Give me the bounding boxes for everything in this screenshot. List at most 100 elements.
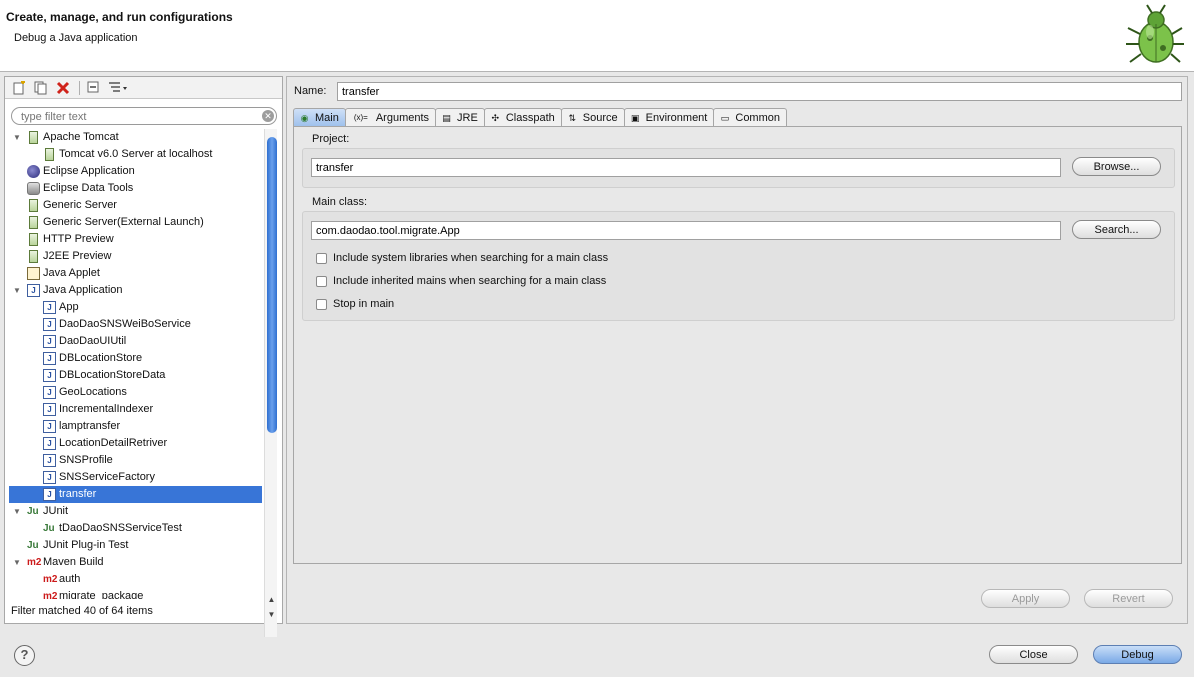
tree-item-label: lamptransfer [59, 420, 121, 432]
filter-input[interactable] [11, 107, 277, 125]
tree-item[interactable]: J App [9, 299, 262, 316]
dialog-header: Create, manage, and run configurations D… [0, 0, 1194, 72]
revert-button[interactable]: Revert [1084, 589, 1173, 608]
tree-item[interactable]: Jlamptransfer [9, 418, 262, 435]
delete-icon [56, 81, 70, 94]
tree-item[interactable]: Tomcat v6.0 Server at localhost [9, 146, 262, 163]
expand-triangle-icon[interactable]: ▼ [13, 282, 23, 299]
clear-filter-icon[interactable]: ✕ [262, 110, 274, 122]
tree-item-label: Java Applet [43, 267, 100, 279]
tree-item[interactable]: Eclipse Application [9, 163, 262, 180]
scroll-down-arrow-icon[interactable]: ▼ [266, 610, 277, 622]
new-configuration-button[interactable] [9, 79, 29, 97]
main-class-input[interactable] [311, 221, 1061, 240]
main-class-group: Search... Include system libraries when … [302, 211, 1175, 321]
help-icon[interactable]: ? [14, 645, 35, 666]
scrollbar-thumb[interactable] [267, 137, 277, 433]
tree-item-label: SNSProfile [59, 454, 113, 466]
java-app-icon: J [43, 420, 56, 433]
tab-common[interactable]: ▭ Common [713, 108, 787, 126]
tree-item-label: Java Application [43, 284, 123, 296]
jre-icon: ▤ [442, 112, 451, 123]
tree-item-label: J2EE Preview [43, 250, 112, 262]
tree-item[interactable]: ▼ Apache Tomcat [9, 129, 262, 146]
tree-item[interactable]: Generic Server [9, 197, 262, 214]
checkbox-label: Include inherited mains when searching f… [333, 275, 607, 287]
debug-bug-icon [1126, 4, 1184, 63]
tree-item[interactable]: J IncrementalIndexer [9, 401, 262, 418]
collapse-all-button[interactable] [84, 79, 104, 97]
apply-button[interactable]: Apply [981, 589, 1070, 608]
tree-item[interactable]: Ju tDaoDaoSNSServiceTest [9, 520, 262, 537]
tree-item[interactable]: ▼ J Java Application [9, 282, 262, 299]
tree-item-label: SNSServiceFactory [59, 471, 155, 483]
tree-item[interactable]: J2EE Preview [9, 248, 262, 265]
tab-label: Classpath [505, 111, 555, 124]
browse-button[interactable]: Browse... [1072, 157, 1161, 176]
tree-item-label: Eclipse Application [43, 165, 135, 177]
project-input[interactable] [311, 158, 1061, 177]
tree-item-label: LocationDetailRetriver [59, 437, 168, 449]
tree-item[interactable]: J LocationDetailRetriver [9, 435, 262, 452]
tree-scrollbar[interactable]: ▲ ▼ [264, 129, 277, 637]
tree-item[interactable]: ▼ m2 Maven Build [9, 554, 262, 571]
main-tab-content: Project: Browse... Main class: Search...… [293, 126, 1182, 564]
tree-item[interactable]: J SNSProfile [9, 452, 262, 469]
tree-item[interactable]: Jtransfer [9, 486, 262, 503]
checkbox-box[interactable] [316, 275, 327, 287]
tab-source[interactable]: ⇅ Source [560, 108, 625, 126]
tree-item[interactable]: J GeoLocations [9, 384, 262, 401]
checkbox-box[interactable] [316, 298, 327, 310]
delete-configuration-button[interactable] [53, 79, 73, 97]
tree-item-label: DaoDaoSNSWeiBoService [59, 318, 191, 330]
database-icon [27, 182, 40, 195]
duplicate-icon [34, 81, 47, 94]
expand-triangle-icon[interactable]: ▼ [13, 503, 23, 520]
expand-triangle-icon[interactable]: ▼ [13, 554, 23, 571]
tab-arguments[interactable]: (x)= Arguments [344, 108, 437, 126]
tab-jre[interactable]: ▤ JRE [435, 108, 485, 126]
tree-item[interactable]: Eclipse Data Tools [9, 180, 262, 197]
search-main-class-button[interactable]: Search... [1072, 220, 1161, 239]
tree-item[interactable]: Java Applet [9, 265, 262, 282]
debug-button[interactable]: Debug [1093, 645, 1182, 664]
java-app-icon: J [43, 335, 56, 348]
checkbox-box[interactable] [316, 252, 327, 264]
include-inherited-mains-checkbox[interactable]: Include inherited mains when searching f… [316, 273, 606, 289]
tab-main[interactable]: ◉ Main [293, 108, 346, 126]
tree-item-label: App [59, 301, 79, 313]
tree-item-label: Generic Server [43, 199, 117, 211]
name-label: Name: [294, 85, 327, 97]
tree-item[interactable]: HTTP Preview [9, 231, 262, 248]
tree-item[interactable]: Generic Server(External Launch) [9, 214, 262, 231]
tree-item-label: Apache Tomcat [43, 131, 119, 143]
expand-triangle-icon[interactable]: ▼ [13, 129, 23, 146]
tab-classpath[interactable]: ✣ Classpath [483, 108, 562, 126]
tree-item[interactable]: J DBLocationStore [9, 350, 262, 367]
tree-item-label: IncrementalIndexer [59, 403, 154, 415]
tree-item[interactable]: J DaoDaoSNSWeiBoService [9, 316, 262, 333]
tree-item[interactable]: ▼ Ju JUnit [9, 503, 262, 520]
filter-status: Filter matched 40 of 64 items [11, 605, 153, 617]
tab-environment[interactable]: ▣ Environment [623, 108, 715, 126]
stop-in-main-checkbox[interactable]: Stop in main [316, 296, 394, 312]
tree-item-label: Maven Build [43, 556, 104, 568]
tree-item[interactable]: J DaoDaoUIUtil [9, 333, 262, 350]
configuration-name-input[interactable] [337, 82, 1182, 101]
main-tab-icon: ◉ [300, 112, 309, 123]
tree-item[interactable]: J DBLocationStoreData [9, 367, 262, 384]
server-icon [29, 250, 38, 263]
scroll-up-arrow-icon[interactable]: ▲ [266, 595, 277, 607]
applet-icon [27, 267, 40, 280]
tree-item-label: tDaoDaoSNSServiceTest [59, 522, 182, 534]
include-system-libraries-checkbox[interactable]: Include system libraries when searching … [316, 250, 608, 266]
tree-item[interactable]: J SNSServiceFactory [9, 469, 262, 486]
tree-item[interactable]: m2 auth [9, 571, 262, 588]
tree-item-label: Tomcat v6.0 Server at localhost [59, 148, 213, 160]
junit-icon: Ju [27, 506, 39, 517]
tree-item[interactable]: m2 migrate_package [9, 588, 262, 599]
duplicate-configuration-button[interactable] [31, 79, 51, 97]
close-button[interactable]: Close [989, 645, 1078, 664]
tree-item[interactable]: Ju JUnit Plug-in Test [9, 537, 262, 554]
filter-menu-button[interactable] [106, 79, 132, 97]
